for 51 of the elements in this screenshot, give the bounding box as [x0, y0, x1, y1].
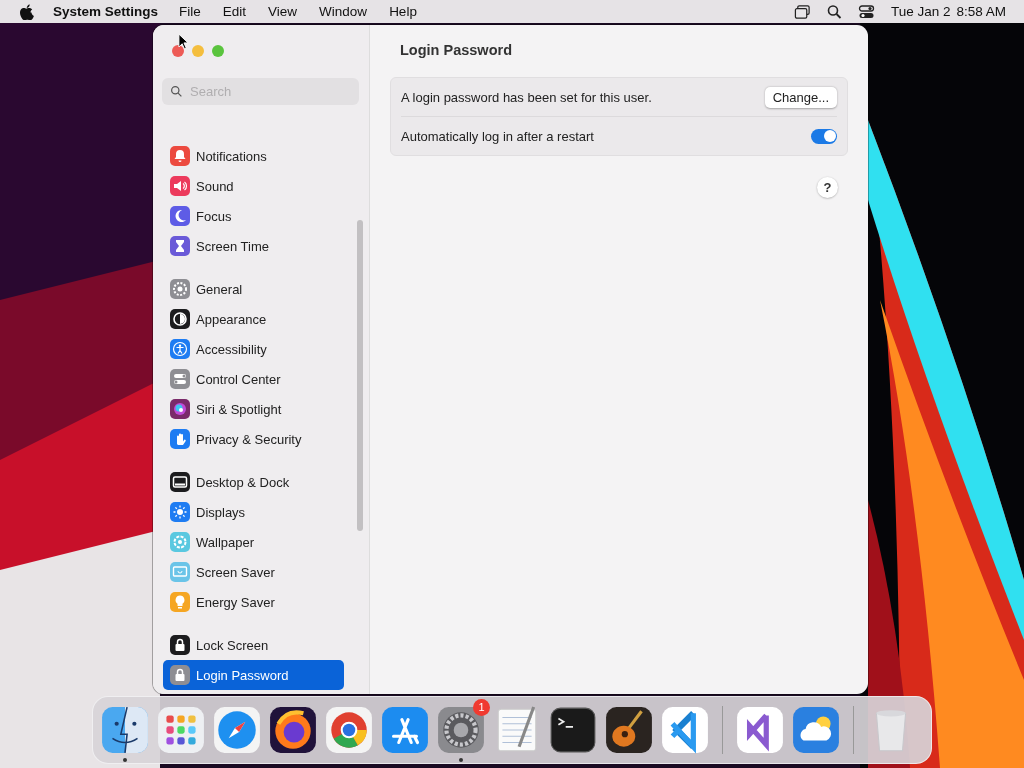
menu-item[interactable]: Window — [319, 4, 368, 19]
time-text[interactable]: 8:58 AM — [956, 4, 1006, 19]
pointer-icon — [178, 33, 189, 50]
sidebar-item[interactable]: Siri & Spotlight — [163, 394, 344, 424]
smiling-face-icon[interactable] — [100, 705, 150, 755]
date-text[interactable]: Tue Jan 2 — [890, 4, 951, 19]
sidebar-item[interactable]: Control Center — [163, 364, 344, 394]
terminal-icon[interactable] — [548, 705, 598, 755]
guitar-icon[interactable] — [604, 705, 654, 755]
search-icon — [170, 85, 183, 98]
sidebar-item[interactable]: Desktop & Dock — [163, 467, 344, 497]
scrollbar-thumb[interactable] — [357, 220, 363, 531]
sidebar-item[interactable]: Privacy & Security — [163, 424, 344, 454]
menu-item[interactable]: Edit — [222, 4, 247, 19]
change-button[interactable]: Change... — [764, 86, 837, 108]
sidebar-item[interactable]: Lock Screen — [163, 630, 344, 660]
compass-icon[interactable] — [212, 705, 262, 755]
globe-icon[interactable] — [268, 705, 318, 755]
sidebar-item[interactable]: Accessibility — [163, 334, 344, 364]
sidebar-item[interactable]: Appearance — [163, 304, 344, 334]
sidebar-item[interactable]: General — [163, 274, 344, 304]
help-button[interactable]: ? — [817, 177, 838, 198]
windows-icon[interactable] — [793, 3, 811, 20]
notification-badge: 1 — [473, 699, 490, 716]
menu-item[interactable]: Help — [389, 4, 417, 19]
switches-icon[interactable] — [857, 3, 875, 20]
app-name-menu[interactable]: System Settings — [53, 4, 159, 19]
app-grid-icon[interactable] — [156, 705, 206, 755]
setting-label: A login password has been set for this user. — [401, 89, 652, 105]
ring-icon[interactable] — [324, 705, 374, 755]
sidebar-item[interactable]: Screen Saver — [163, 557, 344, 587]
loop-icon[interactable] — [735, 705, 785, 755]
sidebar-item[interactable]: Sound — [163, 171, 344, 201]
gear-icon[interactable] — [436, 705, 486, 755]
apple-icon[interactable] — [20, 3, 34, 20]
sidebar-item[interactable]: Focus — [163, 201, 344, 231]
sidebar-item[interactable]: Wallpaper — [163, 527, 344, 557]
sidebar-item[interactable]: Screen Time — [163, 231, 344, 261]
a-shape-icon[interactable] — [380, 705, 430, 755]
page-title: Login Password — [399, 41, 513, 60]
menu-item[interactable]: File — [179, 4, 201, 19]
toggle-switch[interactable] — [811, 128, 837, 144]
ribbon-icon[interactable] — [660, 705, 710, 755]
sidebar-item[interactable]: Login Password — [163, 660, 344, 690]
sidebar-item[interactable]: Displays — [163, 497, 344, 527]
menu-item[interactable]: View — [268, 4, 298, 19]
search-icon[interactable] — [825, 3, 843, 20]
sidebar-item[interactable]: Energy Saver — [163, 587, 344, 617]
cloud-sun-icon[interactable] — [791, 705, 841, 755]
setting-label: Automatically log in after a restart — [401, 128, 594, 144]
sidebar-item[interactable]: Notifications — [163, 141, 344, 171]
